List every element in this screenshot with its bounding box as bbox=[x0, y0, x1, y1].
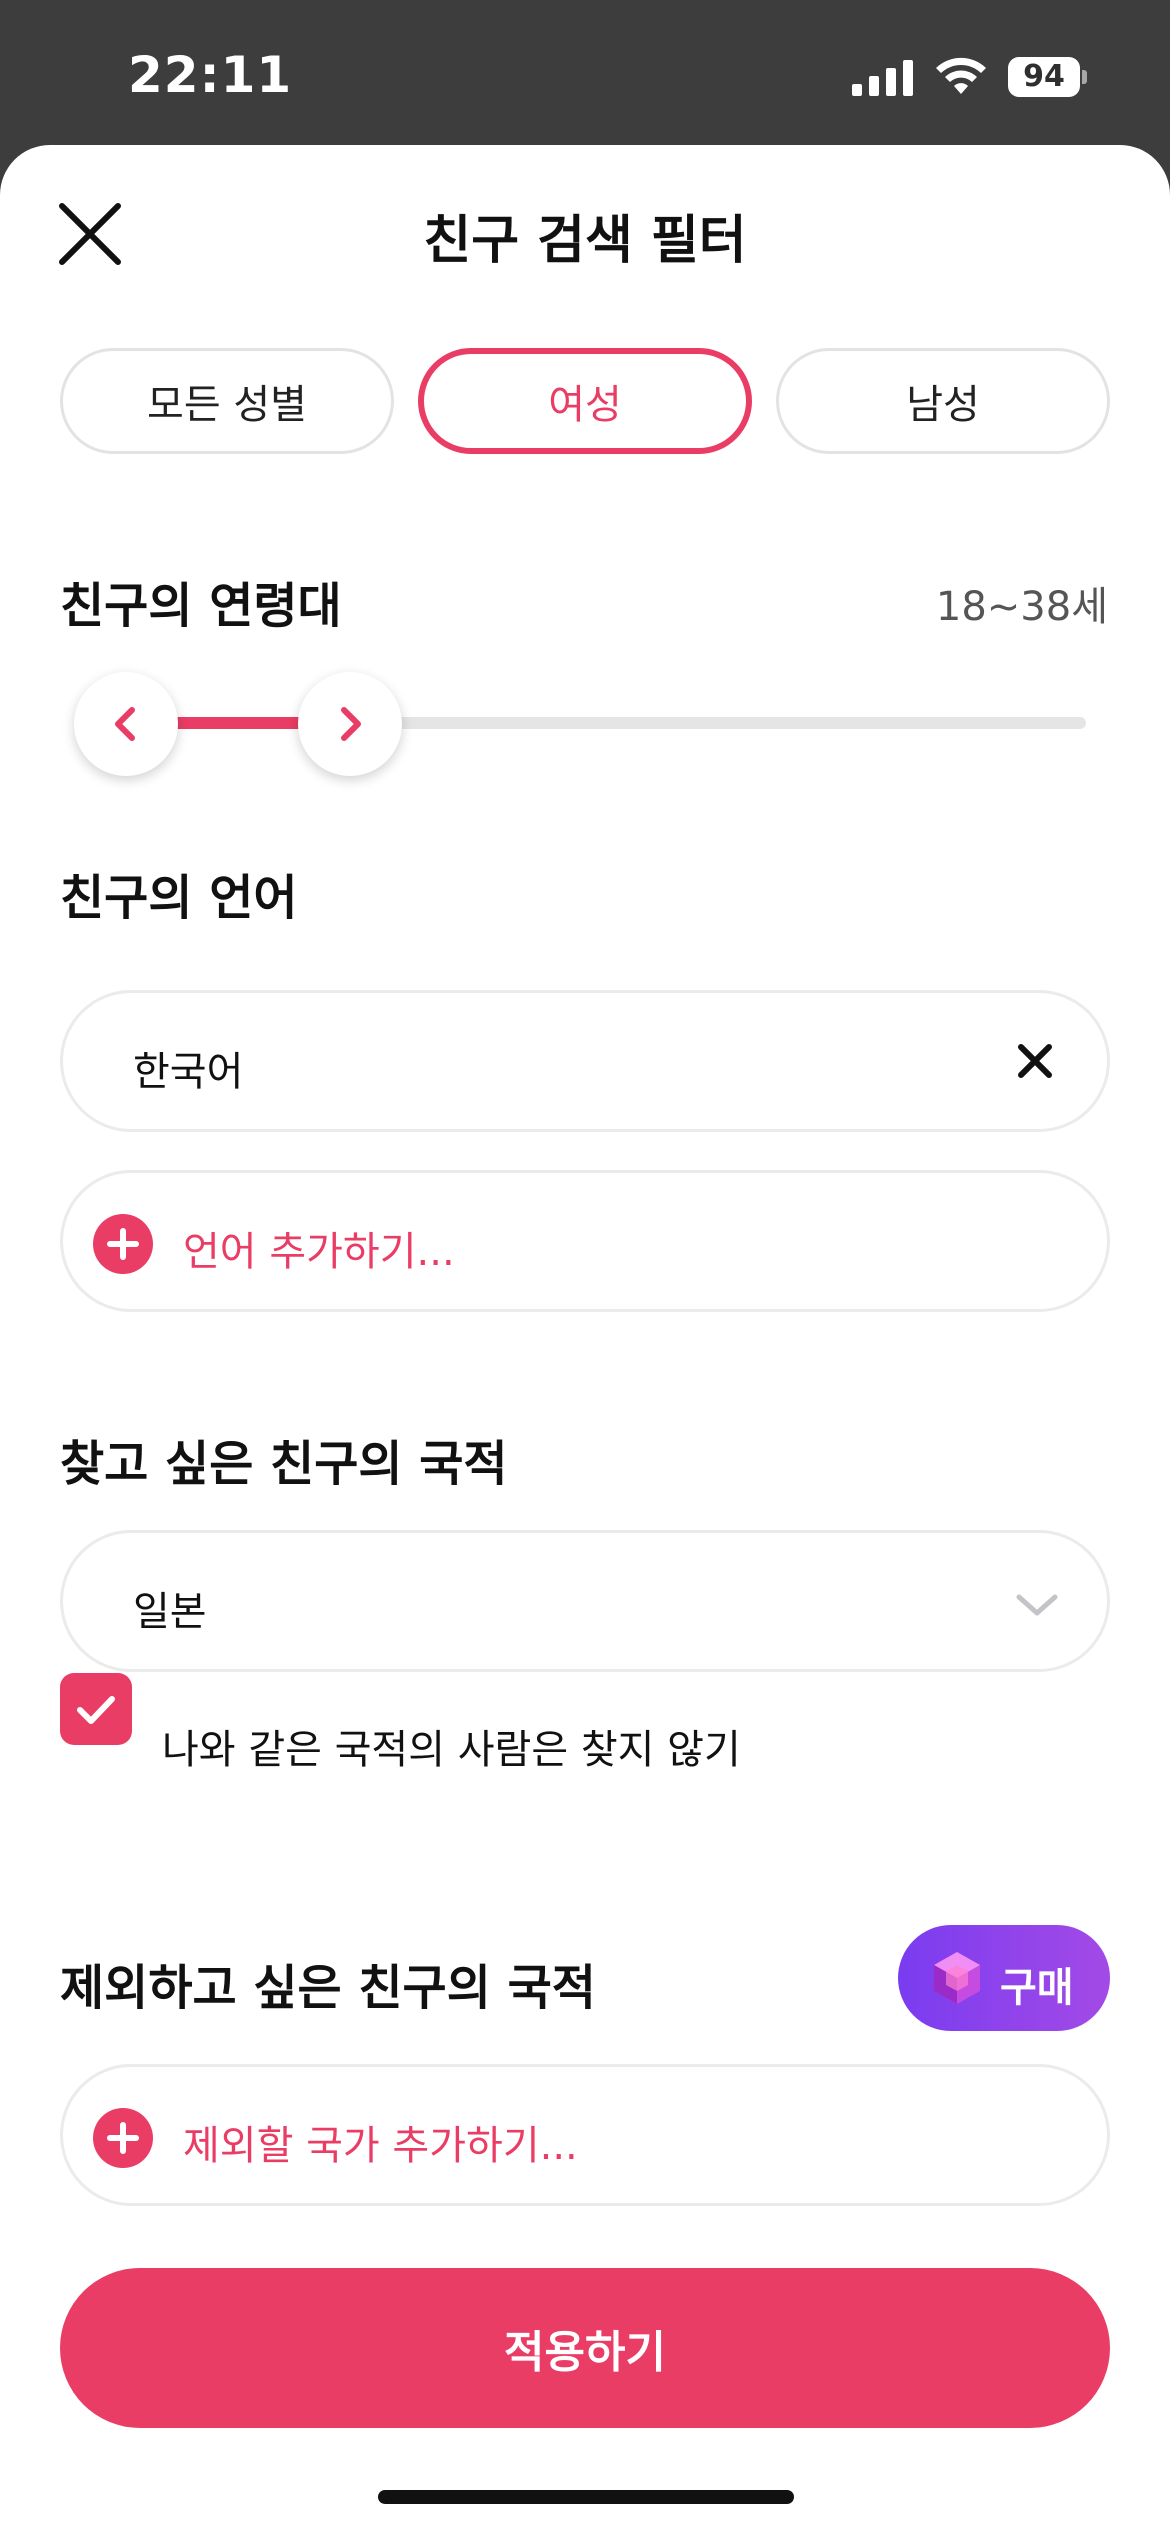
home-indicator[interactable] bbox=[378, 2490, 794, 2504]
add-language-button[interactable]: 언어 추가하기... bbox=[60, 1170, 1110, 1312]
apply-button[interactable]: 적용하기 bbox=[60, 2268, 1110, 2428]
gender-option-female[interactable]: 여성 bbox=[418, 348, 752, 454]
nationality-select[interactable]: 일본 bbox=[60, 1530, 1110, 1672]
nationality-selected-value: 일본 bbox=[133, 1589, 207, 1635]
battery-level: 94 bbox=[1008, 57, 1080, 97]
checkmark-icon bbox=[77, 1696, 115, 1724]
buy-button-label: 구매 bbox=[1000, 1965, 1074, 2011]
add-language-label: 언어 추가하기... bbox=[183, 1229, 455, 1275]
gem-icon bbox=[934, 1952, 980, 2004]
chevron-down-icon bbox=[1016, 1594, 1058, 1616]
add-excluded-country-button[interactable]: 제외할 국가 추가하기... bbox=[60, 2064, 1110, 2206]
gender-option-male[interactable]: 남성 bbox=[776, 348, 1110, 454]
plus-icon bbox=[93, 1214, 153, 1274]
language-chip: 한국어 bbox=[60, 990, 1110, 1132]
nationality-section-title: 찾고 싶은 친구의 국적 bbox=[60, 1436, 508, 1492]
cellular-signal-icon bbox=[852, 60, 913, 96]
chevron-right-icon bbox=[341, 707, 361, 741]
remove-language-icon[interactable] bbox=[1015, 1041, 1055, 1081]
language-chip-label: 한국어 bbox=[133, 1049, 244, 1095]
status-time: 22:11 bbox=[128, 46, 293, 104]
age-range-value: 18~38세 bbox=[935, 584, 1108, 630]
age-max-handle[interactable] bbox=[298, 672, 402, 776]
page-title: 친구 검색 필터 bbox=[423, 211, 747, 271]
add-excluded-country-label: 제외할 국가 추가하기... bbox=[183, 2123, 578, 2169]
battery-icon: 94 bbox=[1008, 57, 1088, 97]
status-bar: 22:11 94 bbox=[0, 0, 1170, 150]
chevron-left-icon bbox=[115, 707, 135, 741]
language-section-title: 친구의 언어 bbox=[60, 870, 298, 926]
exclude-same-nationality-label: 나와 같은 국적의 사람은 찾지 않기 bbox=[162, 1727, 741, 1773]
age-section-title: 친구의 연령대 bbox=[60, 578, 342, 634]
excluded-nationality-section-title: 제외하고 싶은 친구의 국적 bbox=[60, 1960, 596, 2016]
plus-icon bbox=[93, 2108, 153, 2168]
exclude-same-nationality-checkbox[interactable] bbox=[60, 1673, 132, 1745]
age-min-handle[interactable] bbox=[74, 672, 178, 776]
wifi-icon bbox=[936, 57, 986, 94]
buy-button[interactable]: 구매 bbox=[898, 1925, 1110, 2031]
gender-option-all[interactable]: 모든 성별 bbox=[60, 348, 394, 454]
